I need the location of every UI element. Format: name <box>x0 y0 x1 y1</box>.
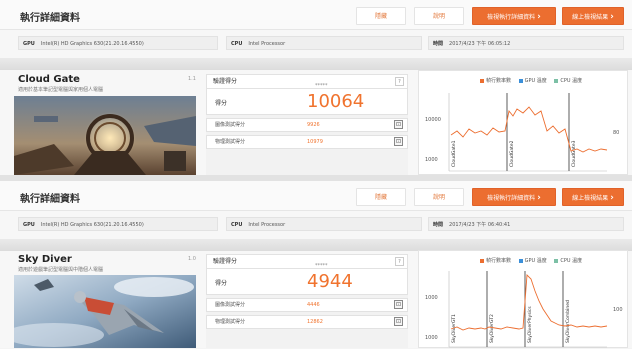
expand-icon[interactable]: ⊡ <box>394 300 403 309</box>
chevron-right-icon: › <box>610 193 614 203</box>
physics-score-value: 12862 <box>307 319 323 325</box>
phase-label: SkyDiverCombined <box>565 300 571 343</box>
score-label: 得分 <box>215 280 228 287</box>
phase-label: CloudGate3 <box>571 140 577 167</box>
gpu-label: GPU <box>23 41 35 47</box>
hide-button[interactable]: 隱藏 <box>356 188 406 206</box>
time-value: 2017/4/23 下午 06:05:12 <box>449 41 511 47</box>
score-panel: 驗證得分 ***** ? 得分 10064 圖像測試得分 9926 ⊡ 物理測試… <box>206 74 408 175</box>
score-header: 驗證得分 ***** ? <box>206 254 408 269</box>
test-version: 1.0 <box>188 256 196 262</box>
result-panel-sky-diver: 執行詳細資料 隱藏 說明 檢視執行詳細資料 › 線上檢視結果 › GPU Intel(… <box>0 181 632 348</box>
expand-icon[interactable]: ⊡ <box>394 137 403 146</box>
y-tick: 10000 <box>425 117 441 123</box>
view-online-button[interactable]: 線上檢視結果 › <box>562 7 624 25</box>
view-details-label: 檢視執行詳細資料 <box>487 14 536 21</box>
test-version: 1.1 <box>188 76 196 82</box>
help-button[interactable]: 說明 <box>414 188 464 206</box>
test-subtitle: 適用於遊戲筆記型電腦與中階個人電腦 <box>18 267 104 273</box>
chevron-right-icon: › <box>610 12 614 22</box>
cpu-label: CPU <box>231 41 243 47</box>
score-value: 4944 <box>307 271 353 292</box>
divider-stripe <box>0 58 632 70</box>
view-details-button[interactable]: 檢視執行詳細資料 › <box>472 188 556 206</box>
view-details-label: 檢視執行詳細資料 <box>487 195 536 202</box>
cpu-value: Intel Processor <box>248 41 286 47</box>
test-name: Cloud Gate <box>18 74 80 85</box>
score-panel: 驗證得分 ***** ? 得分 4944 圖像測試得分 4446 ⊡ 物理測試得… <box>206 254 408 348</box>
test-name: Sky Diver <box>18 254 72 265</box>
time-label: 時間 <box>433 41 444 47</box>
help-icon[interactable]: ? <box>395 77 404 86</box>
score-value: 10064 <box>307 91 365 112</box>
test-subtitle: 適用於基本筆記型電腦與家用個人電腦 <box>18 87 104 93</box>
main-score: 得分 4944 <box>206 269 408 295</box>
view-online-button[interactable]: 線上檢視結果 › <box>562 188 624 206</box>
right-tick: 100 <box>613 307 623 313</box>
cpu-info: CPU Intel Processor <box>226 36 422 50</box>
sky-diver-artwork <box>14 275 196 348</box>
graphics-score-value: 9926 <box>307 122 320 128</box>
panel-title: 執行詳細資料 <box>20 194 80 205</box>
score-header-label: 驗證得分 <box>213 78 238 85</box>
physics-score-value: 10979 <box>307 139 323 145</box>
expand-icon[interactable]: ⊡ <box>394 120 403 129</box>
view-details-button[interactable]: 檢視執行詳細資料 › <box>472 7 556 25</box>
y-tick: 1000 <box>425 295 438 301</box>
physics-score-label: 物理測試得分 <box>215 139 246 145</box>
physics-score-row: 物理測試得分 12862 ⊡ <box>206 315 408 329</box>
view-online-label: 線上檢視結果 <box>572 195 609 202</box>
view-online-label: 線上檢視結果 <box>572 14 609 21</box>
fps-series <box>450 106 608 153</box>
time-label: 時間 <box>433 222 444 228</box>
panel-header: 執行詳細資料 隱藏 說明 檢視執行詳細資料 › 線上檢視結果 › <box>0 181 632 211</box>
physics-score-label: 物理測試得分 <box>215 319 246 325</box>
graphics-score-value: 4446 <box>307 302 320 308</box>
cpu-value: Intel Processor <box>248 222 286 228</box>
help-icon[interactable]: ? <box>395 257 404 266</box>
cloud-gate-artwork <box>14 96 196 175</box>
time-value: 2017/4/23 下午 06:40:41 <box>449 222 511 228</box>
phase-label: CloudGate2 <box>509 140 515 167</box>
graphics-score-label: 圖像測試得分 <box>215 122 246 128</box>
cpu-info: CPU Intel Processor <box>226 217 422 231</box>
main-score: 得分 10064 <box>206 89 408 115</box>
y-tick: 1000 <box>425 157 438 163</box>
physics-score-row: 物理測試得分 10979 ⊡ <box>206 135 408 149</box>
monitoring-chart: 幀行數率數 GPU 溫度 CPU 溫度 1000 1000 100 SkyDiv… <box>418 250 628 348</box>
gpu-value: Intel(R) HD Graphics 630(21.20.16.4550) <box>40 41 144 47</box>
result-panel-cloud-gate: 執行詳細資料 隱藏 說明 檢視執行詳細資料 › 線上檢視結果 › GPU Intel(… <box>0 0 632 175</box>
score-header: 驗證得分 ***** ? <box>206 74 408 89</box>
panel-header: 執行詳細資料 隱藏 說明 檢視執行詳細資料 › 線上檢視結果 › <box>0 0 632 30</box>
y-tick: 1000 <box>425 335 438 341</box>
phase-label: SkyDiverGT2 <box>489 314 495 343</box>
hide-button[interactable]: 隱藏 <box>356 7 406 25</box>
time-info: 時間 2017/4/23 下午 06:40:41 <box>428 217 624 231</box>
phase-label: SkyDiverPhysics <box>527 306 533 343</box>
gpu-value: Intel(R) HD Graphics 630(21.20.16.4550) <box>40 222 144 228</box>
panel-title: 執行詳細資料 <box>20 13 80 24</box>
graphics-score-label: 圖像測試得分 <box>215 302 246 308</box>
expand-icon[interactable]: ⊡ <box>394 317 403 326</box>
gpu-info: GPU Intel(R) HD Graphics 630(21.20.16.455… <box>18 36 218 50</box>
chevron-right-icon: › <box>537 12 541 22</box>
right-tick: 80 <box>613 130 619 136</box>
score-header-label: 驗證得分 <box>213 258 238 265</box>
chevron-right-icon: › <box>537 193 541 203</box>
help-button[interactable]: 說明 <box>414 7 464 25</box>
time-info: 時間 2017/4/23 下午 06:05:12 <box>428 36 624 50</box>
gpu-info: GPU Intel(R) HD Graphics 630(21.20.16.455… <box>18 217 218 231</box>
graphics-score-row: 圖像測試得分 4446 ⊡ <box>206 298 408 312</box>
cpu-label: CPU <box>231 222 243 228</box>
graphics-score-row: 圖像測試得分 9926 ⊡ <box>206 118 408 132</box>
gpu-label: GPU <box>23 222 35 228</box>
phase-label: CloudGate1 <box>451 140 457 167</box>
monitoring-chart: 幀行數率數 GPU 溫度 CPU 溫度 10000 1000 80 CloudG… <box>418 70 628 175</box>
score-label: 得分 <box>215 100 228 107</box>
